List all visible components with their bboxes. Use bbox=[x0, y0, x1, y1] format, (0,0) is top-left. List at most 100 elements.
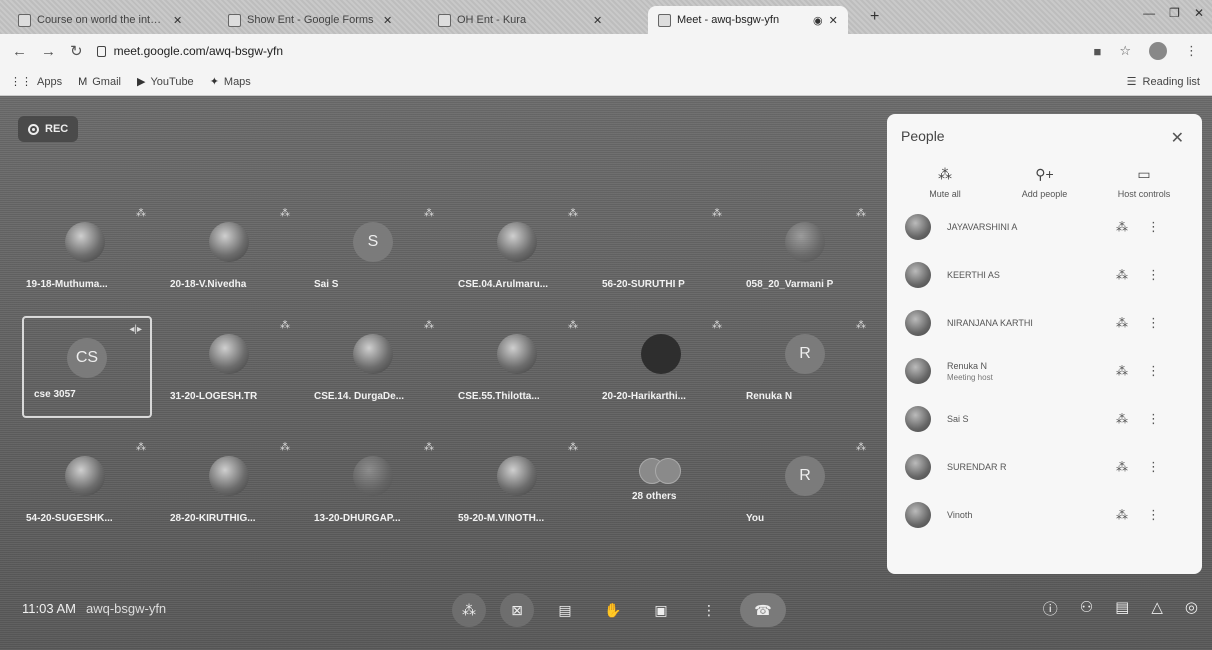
mic-off-icon[interactable]: ⁂ bbox=[1116, 460, 1128, 474]
participant-tile[interactable]: ⁂ CSE.55.Thilotta... bbox=[448, 314, 586, 418]
self-tile[interactable]: ⁂ R You bbox=[736, 436, 874, 540]
participant-tile[interactable]: ⁂ CSE.04.Arulmaru... bbox=[448, 202, 586, 306]
others-avatars bbox=[639, 458, 683, 486]
meeting-details-icon[interactable]: ⓘ bbox=[1043, 598, 1058, 619]
close-tab-icon[interactable]: ✕ bbox=[173, 14, 182, 27]
mic-off-icon[interactable]: ⁂ bbox=[1116, 412, 1128, 426]
list-item[interactable]: Vinoth ⁂ ⋮ bbox=[901, 491, 1188, 539]
more-options-icon[interactable]: ⋮ bbox=[1147, 267, 1160, 283]
participant-name: You bbox=[746, 513, 765, 524]
list-item[interactable]: Renuka N Meeting host ⁂ ⋮ bbox=[901, 347, 1188, 395]
more-options-icon[interactable]: ⋮ bbox=[1147, 315, 1160, 331]
mic-toggle-icon[interactable]: ⁂ bbox=[452, 593, 486, 627]
mic-off-icon[interactable]: ⁂ bbox=[1116, 268, 1128, 282]
more-options-icon[interactable]: ⋮ bbox=[1147, 363, 1160, 379]
host-controls-icon[interactable]: ◎ bbox=[1185, 598, 1198, 619]
present-screen-icon[interactable]: ▣ bbox=[644, 593, 678, 627]
raise-hand-icon[interactable]: ✋ bbox=[596, 593, 630, 627]
new-tab-icon[interactable]: + bbox=[870, 8, 879, 26]
mute-all-button[interactable]: ⁂ Mute all bbox=[905, 166, 985, 199]
bookmark-gmail[interactable]: M Gmail bbox=[78, 76, 121, 88]
activities-icon[interactable]: △ bbox=[1151, 598, 1163, 619]
participant-tile[interactable]: ⁂ 20-20-Harikarthi... bbox=[592, 314, 730, 418]
bookmark-apps[interactable]: ⋮⋮ Apps bbox=[10, 75, 62, 89]
list-item[interactable]: JAYAVARSHINI A ⁂ ⋮ bbox=[901, 203, 1188, 251]
participant-tile-pinned[interactable]: ◂|▸ CS cse 3057 bbox=[22, 316, 152, 418]
mic-muted-icon: ⁂ bbox=[856, 442, 866, 453]
meeting-info: 11:03 AM awq-bsgw-yfn bbox=[22, 601, 166, 616]
participant-initial-avatar: R bbox=[785, 334, 825, 374]
participant-tile[interactable]: ⁂ 13-20-DHURGAP... bbox=[304, 436, 442, 540]
mic-off-icon[interactable]: ⁂ bbox=[1116, 508, 1128, 522]
url-field[interactable]: meet.google.com/awq-bsgw-yfn bbox=[96, 44, 283, 58]
more-options-icon[interactable]: ⋮ bbox=[1147, 507, 1160, 523]
browser-tab[interactable]: OH Ent - Kura ✕ bbox=[428, 6, 612, 34]
participant-avatar bbox=[497, 222, 537, 262]
participant-avatar bbox=[785, 222, 825, 262]
camera-toggle-icon[interactable]: ⊠ bbox=[500, 593, 534, 627]
people-icon[interactable]: ⚇ bbox=[1080, 598, 1093, 619]
bookmark-label: Gmail bbox=[92, 75, 121, 88]
participant-name: 13-20-DHURGAP... bbox=[314, 513, 401, 524]
mic-off-icon[interactable]: ⁂ bbox=[1116, 316, 1128, 330]
mic-off-icon[interactable]: ⁂ bbox=[1116, 364, 1128, 378]
minimize-icon[interactable]: — bbox=[1143, 6, 1155, 20]
participant-tile[interactable]: ⁂ 59-20-M.VINOTH... bbox=[448, 436, 586, 540]
list-item[interactable]: KEERTHI AS ⁂ ⋮ bbox=[901, 251, 1188, 299]
chat-icon[interactable]: ▤ bbox=[1115, 598, 1129, 619]
profile-avatar[interactable] bbox=[1149, 42, 1167, 60]
meet-favicon-icon bbox=[658, 13, 671, 27]
forward-icon[interactable]: → bbox=[41, 43, 56, 60]
close-tab-icon[interactable]: ✕ bbox=[593, 14, 602, 27]
leave-call-icon[interactable]: ☎ bbox=[740, 593, 786, 627]
maximize-icon[interactable]: ❐ bbox=[1169, 6, 1180, 20]
list-item[interactable]: Sai S ⁂ ⋮ bbox=[901, 395, 1188, 443]
others-tile[interactable]: 28 others bbox=[592, 436, 730, 540]
participant-tile[interactable]: ⁂ 19-18-Muthuma... bbox=[16, 202, 154, 306]
host-controls-button[interactable]: ▭ Host controls bbox=[1104, 166, 1184, 199]
close-tab-icon[interactable]: ✕ bbox=[829, 14, 838, 27]
participant-tile[interactable]: ⁂ 56-20-SURUTHI P bbox=[592, 202, 730, 306]
close-icon[interactable]: ✕ bbox=[1171, 128, 1184, 148]
participant-name: 19-18-Muthuma... bbox=[26, 279, 108, 290]
add-people-button[interactable]: ⚲+ Add people bbox=[1005, 166, 1085, 199]
mic-off-icon[interactable]: ⁂ bbox=[1116, 220, 1128, 234]
participant-name: CSE.04.Arulmaru... bbox=[458, 279, 549, 290]
browser-tab-active[interactable]: Meet - awq-bsgw-yfn ◉ ✕ bbox=[648, 6, 848, 34]
more-options-icon[interactable]: ⋮ bbox=[1147, 411, 1160, 427]
bookmark-maps[interactable]: ✦ Maps bbox=[209, 75, 251, 89]
more-options-icon[interactable]: ⋮ bbox=[1147, 459, 1160, 475]
bookmark-youtube[interactable]: ▶ YouTube bbox=[137, 75, 194, 89]
participant-tile[interactable]: ⁂ 20-18-V.Nivedha bbox=[160, 202, 298, 306]
more-options-icon[interactable]: ⋮ bbox=[692, 593, 726, 627]
participant-tile[interactable]: ⁂ 31-20-LOGESH.TR bbox=[160, 314, 298, 418]
browser-tab[interactable]: Course on world the internet ✕ bbox=[8, 6, 192, 34]
mic-muted-icon: ⁂ bbox=[280, 320, 290, 331]
captions-icon[interactable]: ▤ bbox=[548, 593, 582, 627]
reload-icon[interactable]: ↻ bbox=[70, 42, 83, 60]
action-label: Mute all bbox=[929, 189, 961, 199]
more-options-icon[interactable]: ⋮ bbox=[1147, 219, 1160, 235]
mic-muted-icon: ⁂ bbox=[568, 208, 578, 219]
menu-icon[interactable]: ⋮ bbox=[1185, 43, 1198, 59]
participant-tile[interactable]: ⁂ 28-20-KIRUTHIG... bbox=[160, 436, 298, 540]
maps-icon: ✦ bbox=[209, 76, 219, 88]
mic-muted-icon: ⁂ bbox=[280, 208, 290, 219]
list-item[interactable]: NIRANJANA KARTHI ⁂ ⋮ bbox=[901, 299, 1188, 347]
reading-list[interactable]: ☰ Reading list bbox=[1127, 75, 1200, 89]
star-icon[interactable]: ☆ bbox=[1119, 43, 1131, 59]
participant-tile[interactable]: ⁂ 058_20_Varmani P bbox=[736, 202, 874, 306]
list-item[interactable]: SURENDAR R ⁂ ⋮ bbox=[901, 443, 1188, 491]
participant-tile[interactable]: ⁂ R Renuka N bbox=[736, 314, 874, 418]
participant-tile[interactable]: ⁂ 54-20-SUGESHK... bbox=[16, 436, 154, 540]
participant-tile[interactable]: ⁂ CSE.14. DurgaDe... bbox=[304, 314, 442, 418]
participant-name: Sai S bbox=[947, 414, 969, 424]
mic-off-icon: ⁂ bbox=[938, 166, 952, 182]
browser-tab[interactable]: Show Ent - Google Forms ✕ bbox=[218, 6, 402, 34]
participant-tile[interactable]: ⁂ S Sai S bbox=[304, 202, 442, 306]
close-tab-icon[interactable]: ✕ bbox=[383, 14, 392, 27]
camera-permission-icon[interactable]: ■ bbox=[1093, 44, 1101, 59]
back-icon[interactable]: ← bbox=[12, 43, 27, 60]
mic-muted-icon: ⁂ bbox=[136, 442, 146, 453]
close-window-icon[interactable]: ✕ bbox=[1194, 6, 1204, 20]
